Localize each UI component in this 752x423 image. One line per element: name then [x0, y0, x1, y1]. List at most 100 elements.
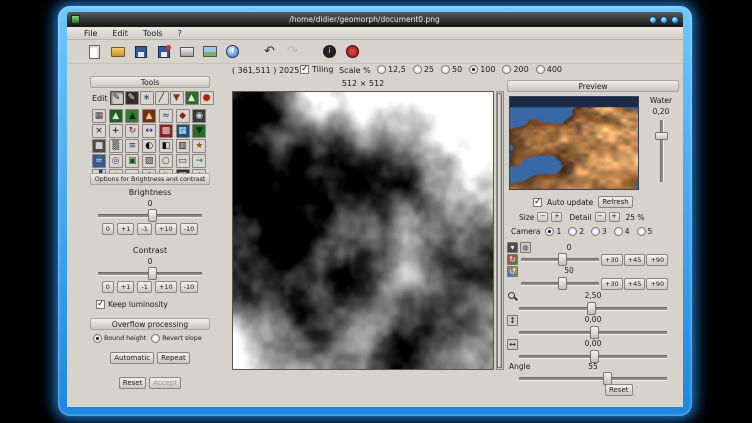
heightmap-canvas[interactable] [232, 91, 494, 370]
keep-luminosity-checkbox[interactable]: Keep luminosity [96, 300, 168, 309]
elevation-slider-thumb[interactable] [590, 326, 599, 339]
brightness-plus10[interactable]: +10 [155, 223, 177, 235]
overflow-option-Revert-slope[interactable]: Revert slope [151, 334, 201, 343]
tool-erode-icon[interactable]: ▼ [192, 124, 206, 138]
tool-lens-icon[interactable]: ○ [159, 154, 173, 168]
tool-stretch-icon[interactable]: ↔ [142, 124, 156, 138]
contrast-plus10[interactable]: +10 [155, 281, 177, 293]
rotate-vertical-slider-thumb[interactable] [558, 277, 567, 290]
tool-flag-icon[interactable]: ◆ [176, 109, 190, 123]
brightness--1[interactable]: -1 [137, 223, 151, 235]
save-button[interactable] [131, 42, 150, 61]
canvas-vertical-scrollbar[interactable] [496, 91, 504, 370]
export-image-button[interactable] [200, 42, 219, 61]
tool-merge-icon[interactable]: ★ [192, 139, 206, 153]
canvas-scrollbar-thumb[interactable] [497, 93, 502, 368]
angle-slider[interactable] [519, 372, 667, 385]
contrast-plus1[interactable]: +1 [117, 281, 135, 293]
scale-option-radio[interactable] [441, 65, 450, 74]
tool-pencil-icon[interactable]: ✎ [110, 91, 124, 105]
scale-option-radio[interactable] [536, 65, 545, 74]
contrast-0[interactable]: 0 [102, 281, 114, 293]
tool-waves-icon[interactable]: ≈ [159, 109, 173, 123]
tool-mountain-stamp-icon[interactable]: ▲ [185, 91, 199, 105]
tool-hills-icon[interactable]: ▲ [125, 109, 139, 123]
rotate-h-plus45[interactable]: +45 [624, 254, 646, 266]
menu-tools[interactable]: Tools [143, 29, 163, 38]
overflow-option-Bound-height[interactable]: Bound height [93, 334, 146, 343]
scale-option-25[interactable]: 25 [413, 65, 434, 74]
camera-option-3[interactable]: 3 [591, 227, 607, 236]
print-button[interactable] [177, 42, 196, 61]
tool-invert-icon[interactable]: ◐ [142, 139, 156, 153]
about-button[interactable]: i [320, 42, 339, 61]
menu-help[interactable]: ? [178, 29, 182, 38]
auto-update-checkbox[interactable] [533, 198, 542, 207]
rotate-vertical-slider[interactable] [521, 277, 599, 290]
size-decrease-button[interactable]: − [537, 212, 548, 222]
maximize-button[interactable] [660, 16, 668, 24]
tool-noise-icon[interactable]: ▒ [109, 139, 123, 153]
document-info-button[interactable]: i [223, 42, 242, 61]
contrast--1[interactable]: -1 [137, 281, 151, 293]
camera-option-radio[interactable] [591, 227, 600, 236]
water-slider[interactable] [655, 120, 668, 182]
tool-mirror-icon[interactable]: ▥ [176, 139, 190, 153]
rotate-horizontal-slider[interactable] [521, 253, 599, 266]
scale-option-radio[interactable] [377, 65, 386, 74]
brightness-slider-thumb[interactable] [148, 209, 157, 222]
scale-option-radio[interactable] [413, 65, 422, 74]
camera-option-radio[interactable] [568, 227, 577, 236]
brightness--10[interactable]: -10 [180, 223, 199, 235]
tool-checker-icon[interactable]: ▩ [159, 124, 173, 138]
camera-option-4[interactable]: 4 [614, 227, 630, 236]
scale-option-400[interactable]: 400 [536, 65, 562, 74]
scale-option-200[interactable]: 200 [502, 65, 528, 74]
tool-crater-icon[interactable]: ◉ [192, 109, 206, 123]
tool-rotate-icon[interactable]: ↻ [125, 124, 139, 138]
rotate-h-plus30[interactable]: +30 [601, 254, 623, 266]
open-file-button[interactable] [108, 42, 127, 61]
tool-stamp-icon[interactable]: ▣ [125, 154, 139, 168]
rotate-v-plus45[interactable]: +45 [624, 278, 646, 290]
zoom-slider-thumb[interactable] [587, 302, 596, 315]
water-slider-thumb[interactable] [655, 132, 668, 140]
tool-move-icon[interactable]: + [109, 124, 123, 138]
tool-warp-icon[interactable]: ≈ [92, 154, 106, 168]
contrast-slider[interactable] [98, 267, 202, 280]
scale-option-50[interactable]: 50 [441, 65, 462, 74]
tool-grid-icon[interactable]: ▦ [176, 124, 190, 138]
tool-crop-icon[interactable]: ▭ [176, 154, 190, 168]
tool-threshold-icon[interactable]: ◧ [159, 139, 173, 153]
brightness-slider[interactable] [98, 209, 202, 222]
contrast--10[interactable]: -10 [180, 281, 199, 293]
tool-wind-icon[interactable]: → [192, 154, 206, 168]
tool-subdivide-icon[interactable]: ▦ [92, 109, 106, 123]
tool-airbrush-icon[interactable]: ∗ [140, 91, 154, 105]
tool-volcano-icon[interactable]: ▲ [142, 109, 156, 123]
camera-option-radio[interactable] [545, 227, 554, 236]
overflow-option-radio[interactable] [151, 334, 160, 343]
tool-smooth-icon[interactable]: ■ [92, 139, 106, 153]
detail-decrease-button[interactable]: − [595, 212, 606, 222]
overflow-option-radio[interactable] [93, 334, 102, 343]
scale-option-radio[interactable] [469, 65, 478, 74]
tool-gradient-icon[interactable]: ▨ [142, 154, 156, 168]
keep-luminosity-checkbox-box[interactable] [96, 300, 105, 309]
zoom-slider[interactable] [519, 302, 667, 315]
menu-edit[interactable]: Edit [112, 29, 128, 38]
elevation-slider[interactable] [519, 326, 667, 339]
sphere-icon[interactable]: ● [520, 242, 531, 253]
undo-button[interactable]: ↶ [260, 42, 279, 61]
contrast-slider-thumb[interactable] [148, 267, 157, 280]
menu-file[interactable]: File [84, 29, 97, 38]
scale-option-100[interactable]: 100 [469, 65, 495, 74]
terrain-preview[interactable] [509, 96, 639, 190]
rotate-v-plus30[interactable]: +30 [601, 278, 623, 290]
tool-eyedropper-icon[interactable]: ▼ [170, 91, 184, 105]
save-as-button[interactable] [154, 42, 173, 61]
camera-option-radio[interactable] [637, 227, 646, 236]
tool-fault-icon[interactable]: × [92, 124, 106, 138]
minimize-button[interactable] [649, 16, 657, 24]
detail-increase-button[interactable]: + [609, 212, 620, 222]
